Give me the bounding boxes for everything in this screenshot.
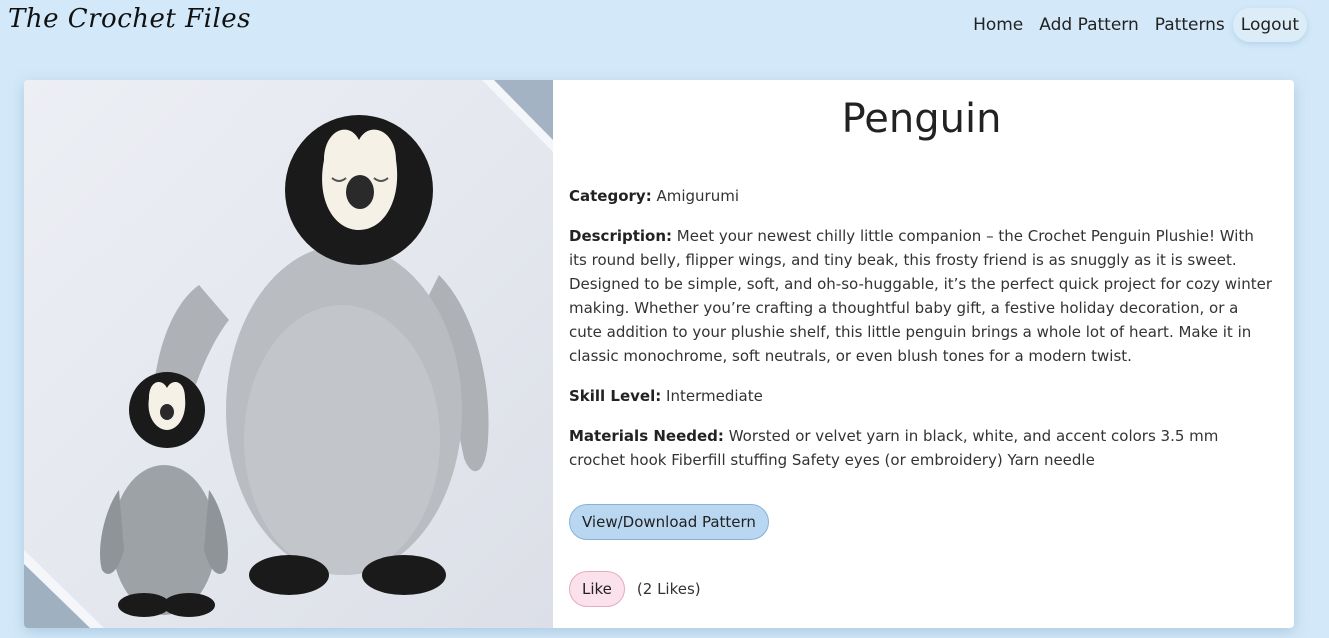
description-field: Description: Meet your newest chilly lit… <box>569 224 1274 368</box>
nav-logout[interactable]: Logout <box>1232 8 1307 42</box>
materials-field: Materials Needed: Worsted or velvet yarn… <box>569 424 1274 472</box>
like-row: Like (2 Likes) <box>569 571 1274 607</box>
nav-home[interactable]: Home <box>965 8 1031 42</box>
category-label: Category: <box>569 187 652 205</box>
description-value: Meet your newest chilly little companion… <box>569 227 1272 365</box>
likes-count: (2 Likes) <box>636 580 701 598</box>
category-value: Amigurumi <box>656 187 740 205</box>
skill-level-field: Skill Level: Intermediate <box>569 384 1274 408</box>
view-download-pattern-button[interactable]: View/Download Pattern <box>569 504 769 540</box>
like-button[interactable]: Like <box>569 571 625 607</box>
pattern-title: Penguin <box>841 96 1002 142</box>
nav-links: Home Add Pattern Patterns Logout <box>965 8 1307 42</box>
skill-level-value: Intermediate <box>666 387 763 405</box>
skill-level-label: Skill Level: <box>569 387 662 405</box>
site-brand[interactable]: The Crochet Files <box>8 4 251 34</box>
nav-patterns[interactable]: Patterns <box>1147 8 1233 42</box>
category-field: Category: Amigurumi <box>569 184 1274 208</box>
navbar: The Crochet Files Home Add Pattern Patte… <box>0 0 1329 52</box>
materials-label: Materials Needed: <box>569 427 724 445</box>
description-label: Description: <box>569 227 673 245</box>
pattern-photo <box>24 80 553 628</box>
pattern-details: Penguin Category: Amigurumi Description:… <box>569 80 1274 607</box>
pattern-card: Penguin Category: Amigurumi Description:… <box>24 80 1294 628</box>
nav-add-pattern[interactable]: Add Pattern <box>1031 8 1146 42</box>
penguin-plushie-image <box>24 80 553 628</box>
